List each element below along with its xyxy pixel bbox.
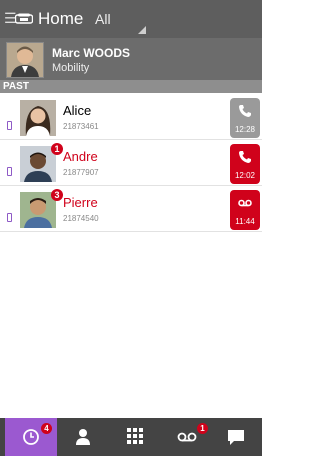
contact-name: Pierre — [63, 195, 98, 210]
empty-area — [0, 315, 262, 418]
missed-count-badge: 3 — [51, 189, 63, 201]
mobile-icon — [7, 121, 12, 130]
top-bar: ☰ Home All — [0, 0, 262, 38]
voicemail-button[interactable]: 11:44 — [230, 190, 260, 230]
call-row[interactable]: 1 Andre 21877907 12:02 — [0, 141, 262, 186]
call-time: 12:02 — [234, 171, 256, 180]
mobile-icon — [7, 167, 12, 176]
contacts-icon — [76, 429, 90, 445]
profile-status: Mobility — [52, 62, 90, 74]
contact-number: 21873461 — [63, 122, 99, 131]
page-title: Home — [38, 9, 84, 28]
call-row[interactable]: 3 Pierre 21874540 11:44 — [0, 187, 262, 232]
phone-icon — [239, 151, 251, 163]
profile-name: Marc WOODS — [52, 46, 131, 60]
phone-set-icon — [15, 13, 33, 24]
phone-icon — [239, 105, 251, 117]
contact-name: Alice — [63, 103, 92, 118]
dialpad-icon — [127, 428, 143, 444]
voicemail-icon — [238, 199, 252, 207]
clock-icon — [23, 429, 39, 445]
bottom-tab-bar: 4 1 — [0, 418, 262, 456]
profile-avatar — [6, 42, 44, 78]
call-time: 11:44 — [235, 217, 255, 226]
mobile-icon — [7, 213, 12, 222]
call-row[interactable]: Alice 21873461 12:28 — [0, 95, 262, 140]
dropdown-corner-icon[interactable] — [138, 26, 146, 34]
contact-number: 21874540 — [63, 214, 99, 223]
tab-chat[interactable] — [210, 418, 262, 456]
missed-count-badge: 1 — [51, 143, 63, 155]
contact-avatar — [20, 100, 56, 136]
tab-badge: 1 — [197, 423, 208, 434]
call-log-list: Alice 21873461 12:28 1 Andre 21877907 12… — [0, 93, 262, 315]
call-time: 12:28 — [234, 125, 256, 134]
chat-icon — [228, 430, 244, 445]
filter-dropdown[interactable]: All — [95, 10, 111, 28]
contact-name: Andre — [63, 149, 98, 164]
contact-number: 21877907 — [63, 168, 99, 177]
tab-history[interactable]: 4 — [5, 418, 57, 456]
tab-badge: 4 — [41, 423, 52, 434]
profile-header[interactable]: Marc WOODS Mobility — [0, 38, 262, 80]
voicemail-icon — [177, 432, 197, 442]
tab-dialpad[interactable] — [109, 418, 161, 456]
call-back-button[interactable]: 12:28 — [230, 98, 260, 138]
call-back-button[interactable]: 12:02 — [230, 144, 260, 184]
tab-voicemail[interactable]: 1 — [161, 418, 213, 456]
section-header-past: PAST — [0, 80, 262, 93]
tab-contacts[interactable] — [57, 418, 109, 456]
